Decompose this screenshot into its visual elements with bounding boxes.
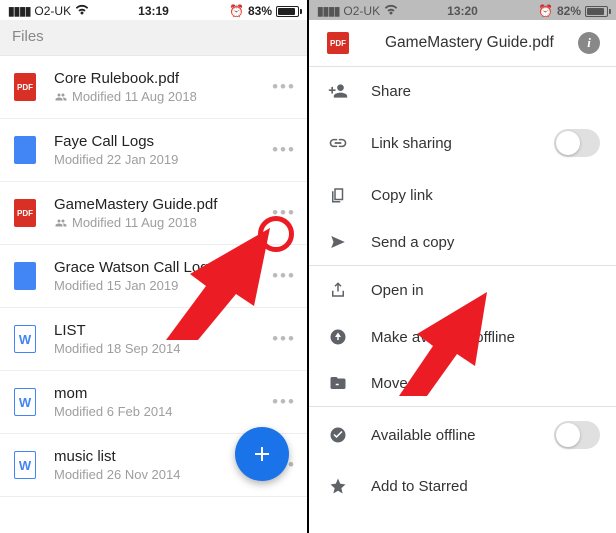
annotation-arrow bbox=[148, 220, 298, 340]
battery-icon bbox=[276, 6, 299, 17]
pdf-icon: PDF bbox=[327, 32, 349, 54]
option-add-starred[interactable]: Add to Starred bbox=[309, 463, 616, 509]
carrier-label: O2-UK bbox=[343, 4, 380, 18]
files-screen: ▮▮▮▮ O2-UK 13:19 ⏰ 83% Files PDF Core Rul… bbox=[0, 0, 307, 533]
file-name: Core Rulebook.pdf bbox=[54, 70, 271, 87]
folder-move-icon bbox=[327, 374, 349, 392]
file-meta: Modified 6 Feb 2014 bbox=[54, 404, 271, 419]
doc-icon bbox=[14, 262, 36, 290]
file-meta: Modified 18 Sep 2014 bbox=[54, 341, 271, 356]
option-label: Available offline bbox=[371, 427, 554, 444]
more-button[interactable]: ••• bbox=[271, 140, 297, 160]
option-label: Share bbox=[371, 83, 600, 100]
file-row[interactable]: Wmom Modified 6 Feb 2014••• bbox=[0, 371, 307, 434]
offline-pin-icon bbox=[327, 426, 349, 444]
option-send-copy[interactable]: Send a copy bbox=[309, 219, 616, 265]
plus-icon bbox=[250, 442, 274, 466]
option-label: Send a copy bbox=[371, 234, 600, 251]
time-label: 13:20 bbox=[447, 4, 478, 18]
toggle-switch[interactable] bbox=[554, 421, 600, 449]
more-button[interactable]: ••• bbox=[271, 392, 297, 412]
pdf-icon: PDF bbox=[14, 199, 36, 227]
actions-sheet-screen: ▮▮▮▮ O2-UK 13:20 ⏰ 82% PDF GameMastery G… bbox=[309, 0, 616, 533]
copy-icon bbox=[327, 185, 349, 205]
status-bar: ▮▮▮▮ O2-UK 13:19 ⏰ 83% bbox=[0, 0, 307, 20]
fab-add-button[interactable] bbox=[235, 427, 289, 481]
file-meta: Modified 11 Aug 2018 bbox=[54, 89, 271, 104]
file-name: GameMastery Guide.pdf bbox=[54, 196, 271, 213]
file-row[interactable]: Faye Call Logs Modified 22 Jan 2019••• bbox=[0, 119, 307, 182]
file-name: Faye Call Logs bbox=[54, 133, 271, 150]
word-icon: W bbox=[14, 325, 36, 353]
time-label: 13:19 bbox=[138, 4, 169, 18]
file-info: Core Rulebook.pdf Modified 11 Aug 2018 bbox=[54, 70, 271, 104]
wifi-icon bbox=[75, 4, 89, 18]
info-button[interactable]: i bbox=[578, 32, 600, 54]
wifi-icon bbox=[384, 4, 398, 18]
word-icon: W bbox=[14, 388, 36, 416]
option-label: Add to Starred bbox=[371, 478, 600, 495]
battery-pct: 82% bbox=[557, 4, 581, 18]
send-icon bbox=[327, 233, 349, 251]
file-row[interactable]: PDF Core Rulebook.pdf Modified 11 Aug 2018… bbox=[0, 56, 307, 119]
option-available-offline[interactable]: Available offline bbox=[309, 407, 616, 463]
word-icon: W bbox=[14, 451, 36, 479]
signal-icon: ▮▮▮▮ bbox=[317, 4, 339, 18]
offline-icon bbox=[327, 328, 349, 346]
files-header: Files bbox=[0, 20, 307, 56]
file-meta: Modified 26 Nov 2014 bbox=[54, 467, 271, 482]
pdf-icon: PDF bbox=[14, 73, 36, 101]
status-bar: ▮▮▮▮ O2-UK 13:20 ⏰ 82% bbox=[309, 0, 616, 20]
option-copy-link[interactable]: Copy link bbox=[309, 171, 616, 219]
sheet-title: GameMastery Guide.pdf bbox=[385, 34, 578, 52]
file-name: mom bbox=[54, 385, 271, 402]
file-meta: Modified 22 Jan 2019 bbox=[54, 152, 271, 167]
battery-icon bbox=[585, 6, 608, 17]
file-info: Faye Call Logs Modified 22 Jan 2019 bbox=[54, 133, 271, 167]
doc-icon bbox=[14, 136, 36, 164]
person-add-icon bbox=[327, 81, 349, 101]
shared-icon bbox=[54, 217, 68, 229]
alarm-icon: ⏰ bbox=[229, 4, 244, 18]
carrier-label: O2-UK bbox=[34, 4, 71, 18]
option-link-sharing[interactable]: Link sharing bbox=[309, 115, 616, 171]
shared-icon bbox=[54, 91, 68, 103]
more-button[interactable]: ••• bbox=[271, 77, 297, 97]
open-in-icon bbox=[327, 280, 349, 300]
signal-icon: ▮▮▮▮ bbox=[8, 4, 30, 18]
link-icon bbox=[327, 133, 349, 153]
alarm-icon: ⏰ bbox=[538, 4, 553, 18]
star-icon bbox=[327, 477, 349, 495]
option-share[interactable]: Share bbox=[309, 67, 616, 115]
file-info: mom Modified 6 Feb 2014 bbox=[54, 385, 271, 419]
annotation-arrow bbox=[383, 286, 513, 396]
sheet-header: PDF GameMastery Guide.pdf i bbox=[309, 20, 616, 66]
option-label: Link sharing bbox=[371, 135, 554, 152]
option-label: Copy link bbox=[371, 187, 600, 204]
battery-pct: 83% bbox=[248, 4, 272, 18]
toggle-switch[interactable] bbox=[554, 129, 600, 157]
